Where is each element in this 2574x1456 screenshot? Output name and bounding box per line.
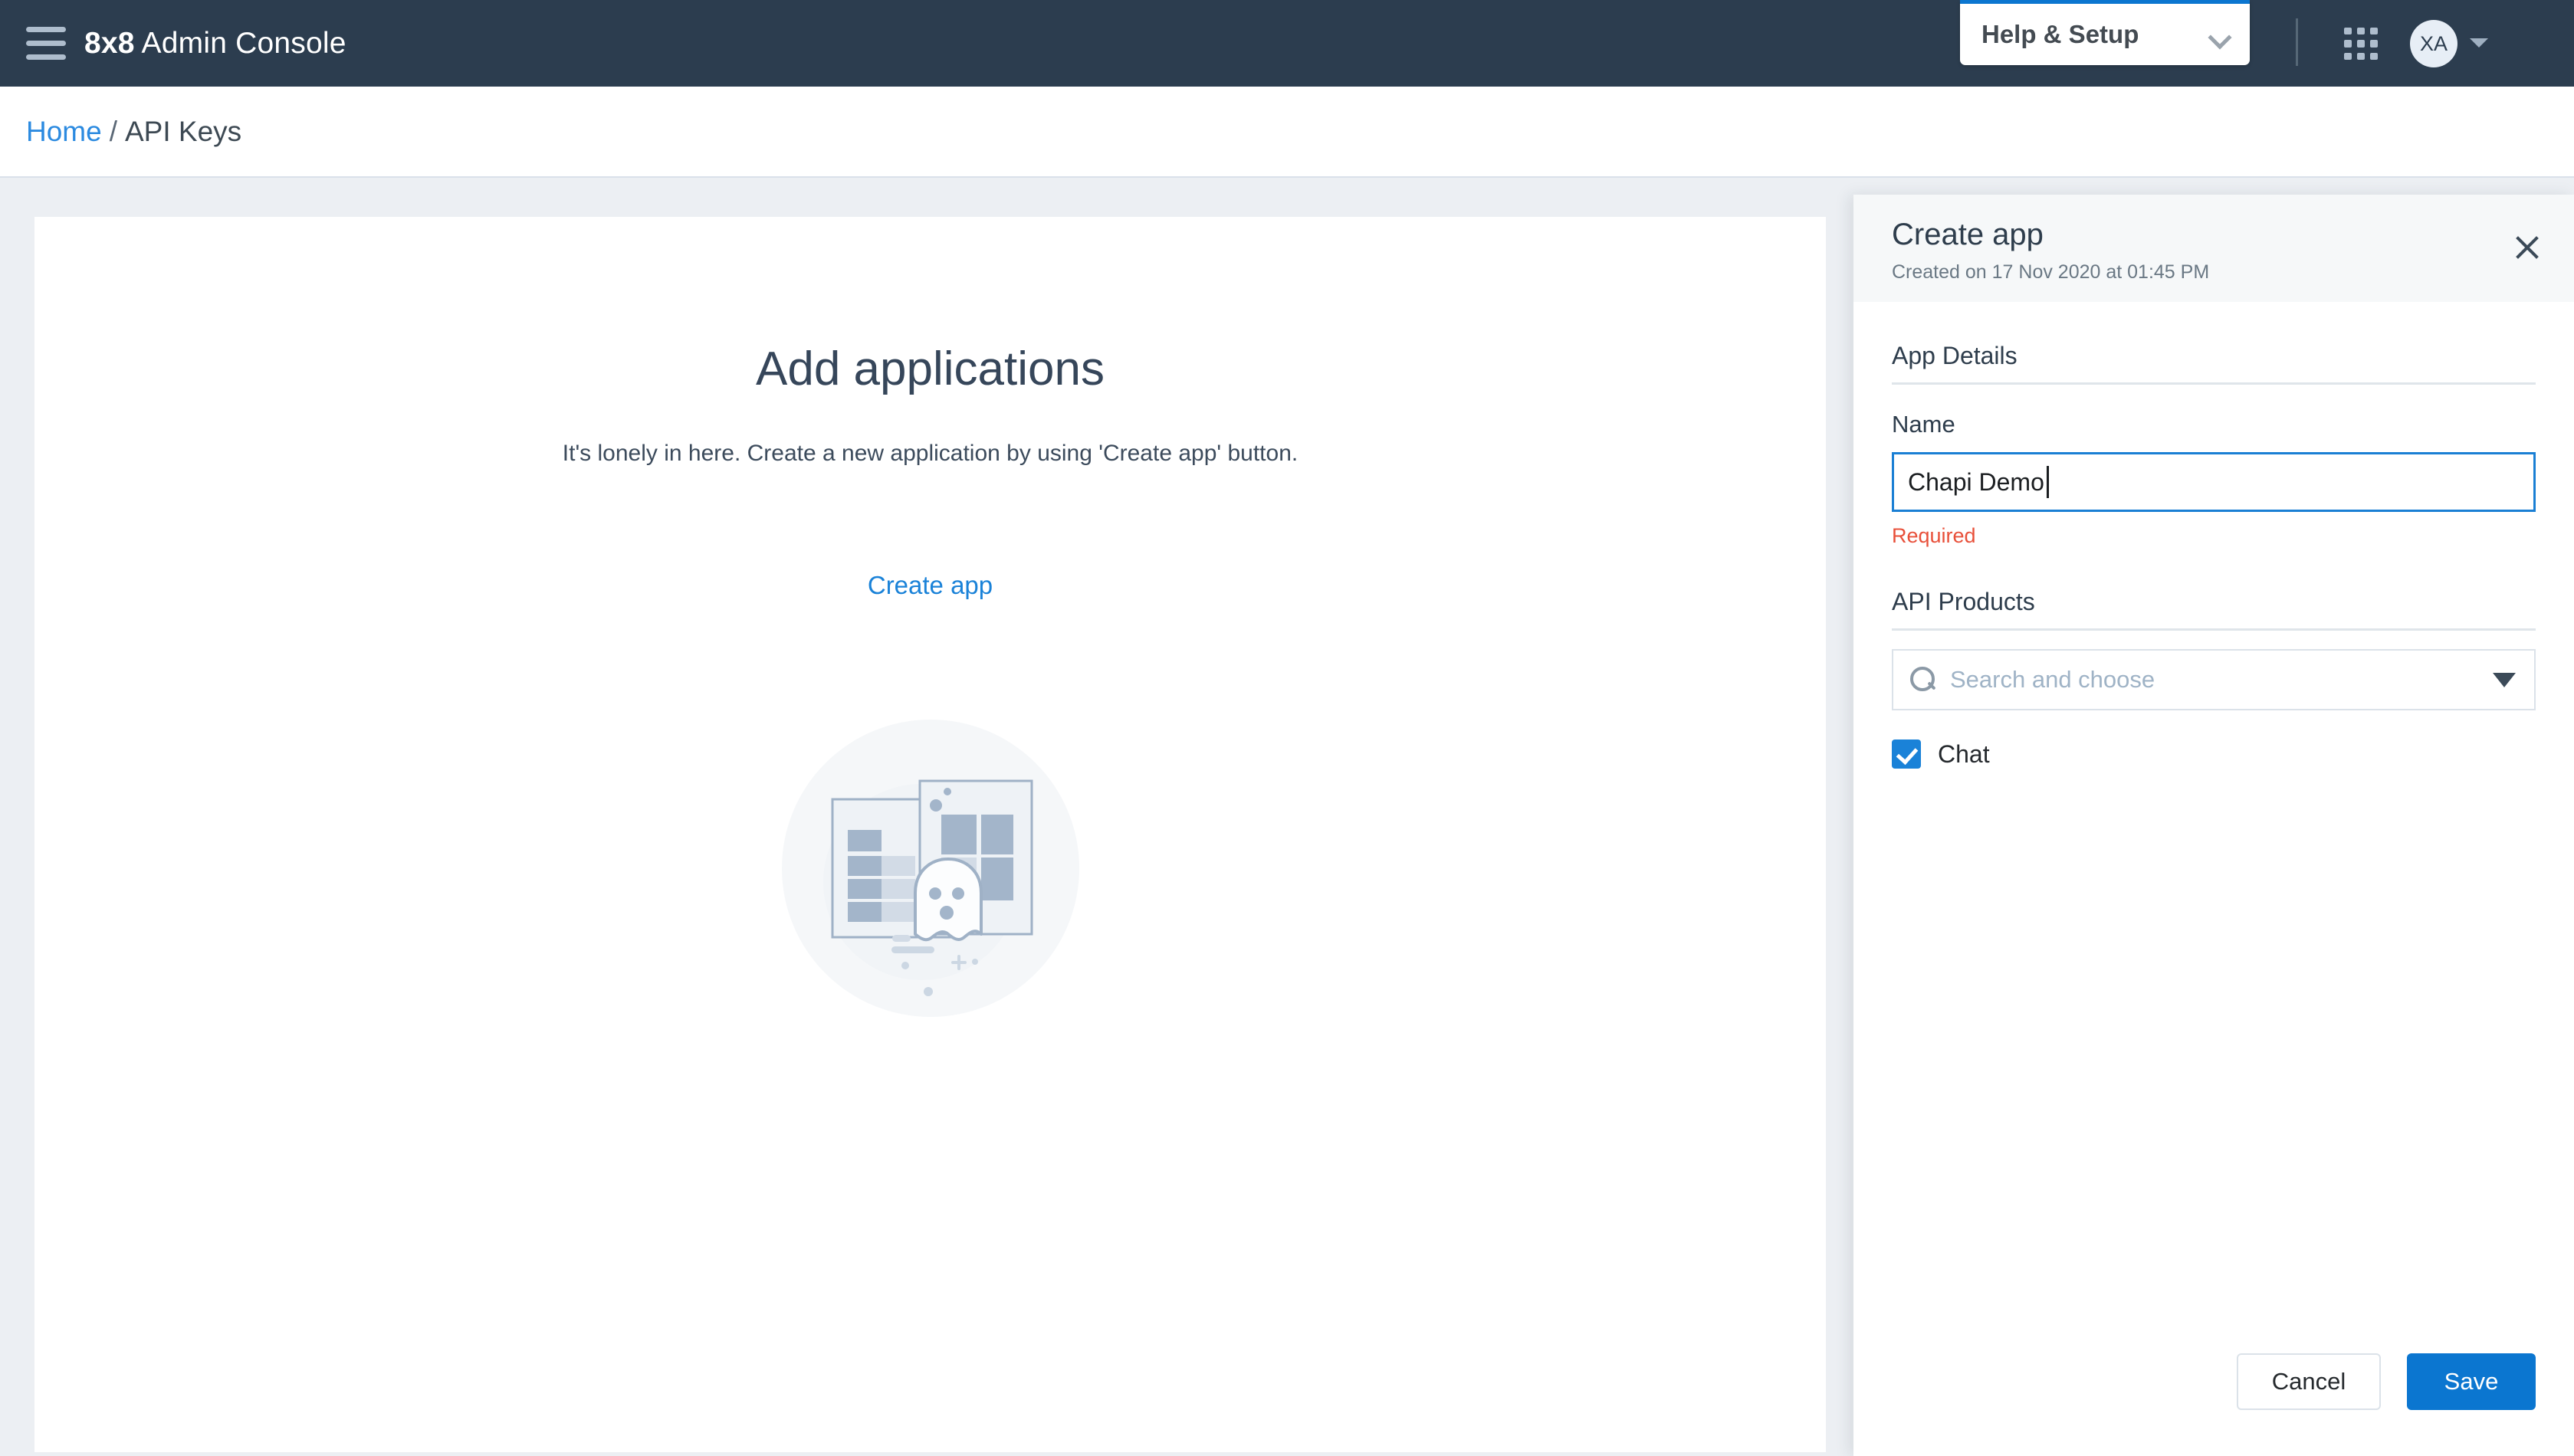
app-details-section-title: App Details (1892, 342, 2536, 385)
avatar-initials: XA (2419, 31, 2448, 55)
empty-state-ghost-icon (770, 707, 1092, 1029)
main-content-card: Add applications It's lonely in here. Cr… (34, 217, 1826, 1452)
create-app-panel: Create app Created on 17 Nov 2020 at 01:… (1853, 195, 2574, 1456)
empty-state-description: It's lonely in here. Create a new applic… (562, 441, 1298, 466)
save-button[interactable]: Save (2407, 1353, 2536, 1410)
breadcrumb-bar: Home / API Keys (0, 87, 2574, 178)
app-brand-title: 8x8 Admin Console (84, 27, 346, 61)
panel-created-timestamp: Created on 17 Nov 2020 at 01:45 PM (1892, 261, 2210, 283)
panel-header: Create app Created on 17 Nov 2020 at 01:… (1853, 195, 2574, 302)
checkbox-checked-icon[interactable] (1892, 739, 1921, 769)
grid-dot (2357, 52, 2365, 60)
name-field-label: Name (1892, 411, 1955, 438)
grid-dot (2344, 40, 2352, 48)
brand-admin-console: Admin Console (134, 26, 346, 60)
caret-down-icon[interactable] (2493, 672, 2516, 687)
hamburger-bar (26, 41, 66, 46)
grid-dot (2370, 52, 2378, 60)
help-and-setup-dropdown[interactable]: Help & Setup (1960, 0, 2250, 65)
api-products-search-input[interactable]: Search and choose (1892, 649, 2536, 710)
hamburger-bar (26, 27, 66, 32)
search-icon (1910, 667, 1936, 693)
chevron-down-icon (2210, 29, 2230, 41)
name-input[interactable]: Chapi Demo (1892, 452, 2536, 512)
name-input-value: Chapi Demo (1908, 467, 2044, 496)
api-products-section-title: API Products (1892, 588, 2536, 631)
breadcrumb-home-link[interactable]: Home (26, 116, 102, 147)
empty-state: Add applications It's lonely in here. Cr… (34, 217, 1826, 600)
grid-dot (2344, 28, 2352, 35)
close-icon[interactable] (2510, 230, 2545, 265)
grid-dot (2344, 52, 2352, 60)
caret-down-icon[interactable] (2470, 38, 2488, 48)
grid-dot (2370, 28, 2378, 35)
grid-dot (2357, 28, 2365, 35)
grid-dot (2357, 40, 2365, 48)
panel-body: App Details Name Chapi Demo Required API… (1853, 342, 2574, 769)
top-navigation-bar: 8x8 Admin Console Help & Setup XA (0, 0, 2574, 87)
hamburger-menu-icon[interactable] (26, 25, 66, 62)
breadcrumb-current: API Keys (124, 115, 242, 147)
breadcrumb-separator: / (109, 115, 117, 147)
help-setup-label: Help & Setup (1981, 20, 2139, 48)
brand-8x8: 8x8 (84, 26, 135, 60)
create-app-link[interactable]: Create app (868, 571, 993, 600)
api-products-search-placeholder: Search and choose (1950, 666, 2155, 693)
breadcrumb: Home / API Keys (26, 116, 241, 148)
topbar-divider (2296, 18, 2298, 66)
apps-grid-icon[interactable] (2344, 28, 2378, 60)
text-cursor (2046, 466, 2049, 498)
avatar[interactable]: XA (2410, 20, 2457, 67)
grid-dot (2370, 40, 2378, 48)
panel-footer: Cancel Save (2237, 1353, 2536, 1410)
api-product-checkbox-chat[interactable]: Chat (1892, 739, 2536, 769)
hamburger-bar (26, 54, 66, 60)
panel-title: Create app (1892, 218, 2044, 251)
name-required-error: Required (1892, 524, 1976, 547)
api-product-label: Chat (1938, 739, 1990, 768)
cancel-button[interactable]: Cancel (2237, 1353, 2381, 1410)
page-title: Add applications (756, 343, 1105, 395)
